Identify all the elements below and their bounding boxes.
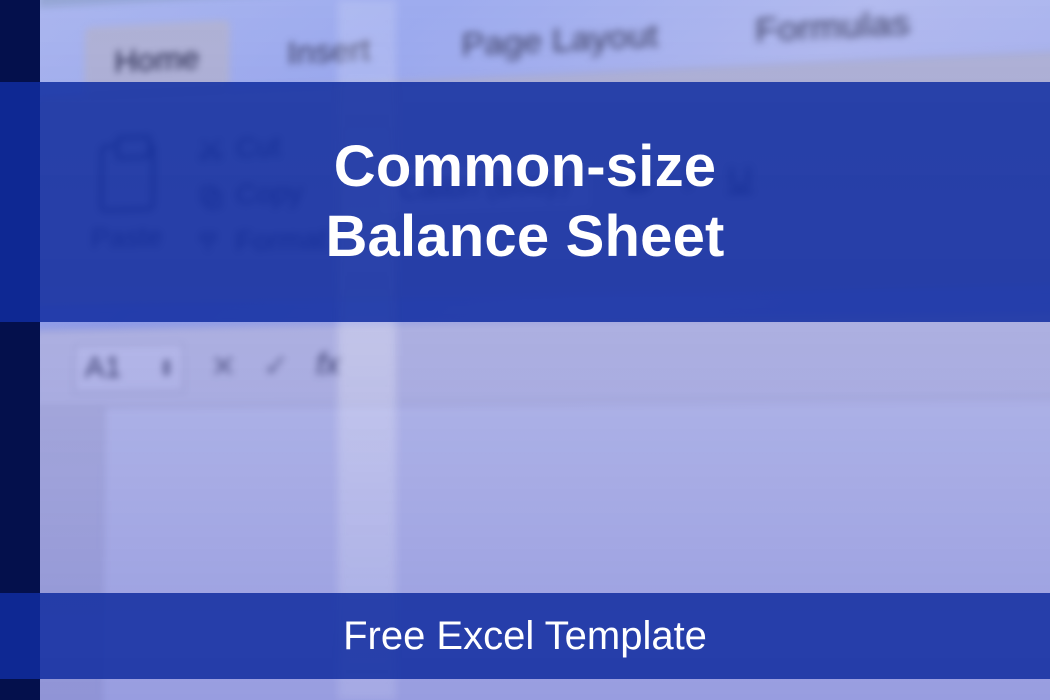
cancel-formula-icon[interactable]: ✕ xyxy=(210,348,236,384)
tab-page-layout[interactable]: Page Layout xyxy=(429,0,692,80)
tab-insert[interactable]: Insert xyxy=(256,11,402,88)
tab-formulas[interactable]: Formulas xyxy=(721,0,946,67)
subtitle-band: Free Excel Template xyxy=(0,593,1050,679)
name-box-stepper-icon[interactable]: ▲▼ xyxy=(160,357,173,377)
fx-icon[interactable]: fx xyxy=(316,347,341,383)
subtitle-text: Free Excel Template xyxy=(343,614,707,659)
enter-formula-icon[interactable]: ✓ xyxy=(263,348,289,384)
name-box-value: A1 xyxy=(85,351,122,386)
title-band: Common-size Balance Sheet xyxy=(0,82,1050,322)
title-line-1: Common-size xyxy=(334,132,716,202)
formula-bar: A1 ▲▼ ✕ ✓ fx xyxy=(34,309,1050,408)
stage: Excel File Edit View Insert Format Home … xyxy=(0,0,1050,700)
name-box[interactable]: A1 ▲▼ xyxy=(74,343,185,393)
title-line-2: Balance Sheet xyxy=(325,202,724,272)
